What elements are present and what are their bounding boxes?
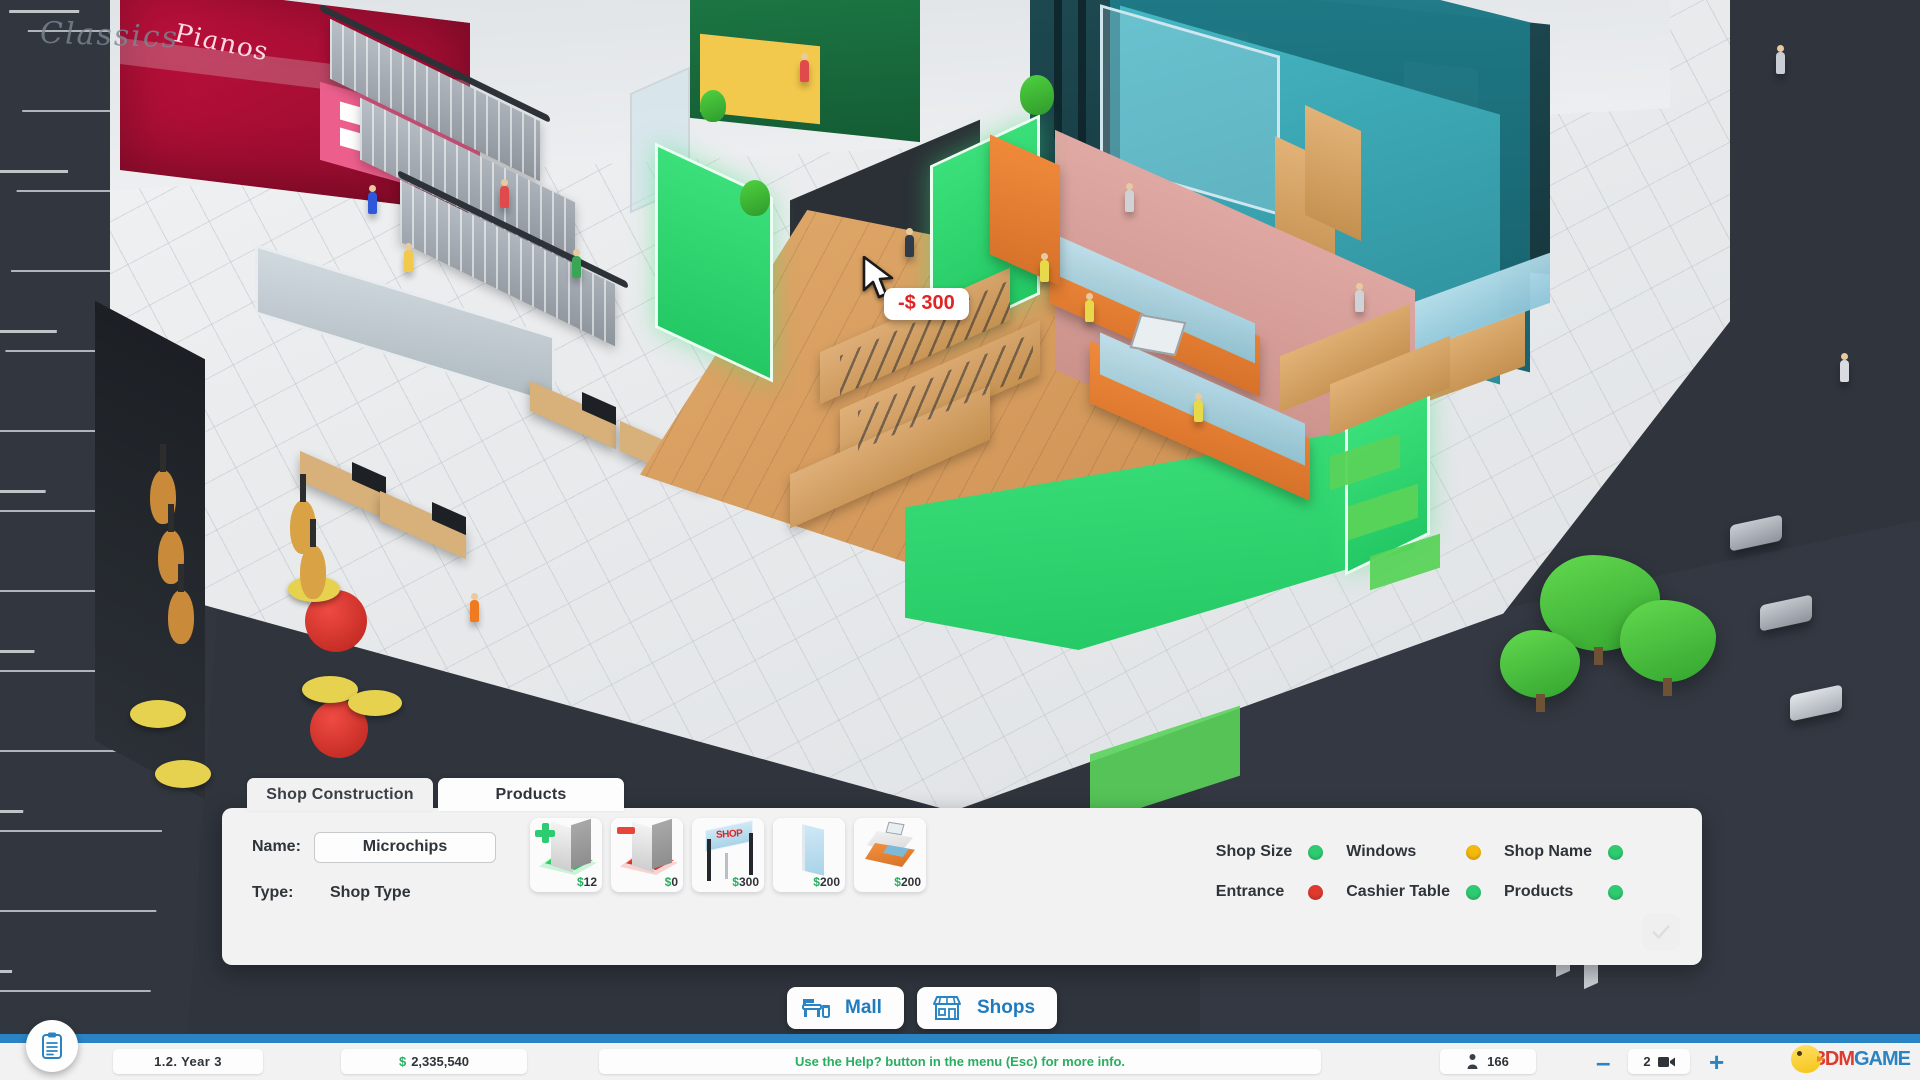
tool-price-cashier-table: $200 xyxy=(894,875,921,889)
mode-bar: Mall Shops xyxy=(787,987,1058,1029)
shopper xyxy=(368,185,377,214)
shopper xyxy=(500,179,509,208)
name-row: Name: Microchips xyxy=(252,830,572,864)
watermark: 3DMGAME xyxy=(1790,1042,1911,1076)
price-value: 200 xyxy=(819,875,840,889)
price-value: 0 xyxy=(671,875,678,889)
tool-price-remove-wall: $0 xyxy=(665,875,678,889)
currency-symbol: $ xyxy=(732,875,739,889)
requirement-label-cashier-table: Cashier Table xyxy=(1346,883,1450,900)
name-label: Name: xyxy=(252,838,301,855)
watermark-text-b: GAME xyxy=(1854,1047,1911,1070)
price-value: 300 xyxy=(738,875,759,889)
tab-shop-construction[interactable]: Shop Construction xyxy=(247,778,433,811)
requirement-status-shop-name xyxy=(1608,844,1623,860)
mall-bench-icon xyxy=(802,999,830,1018)
status-bar: 1.2. Year 3 $2,335,540 Use the Help? but… xyxy=(0,1043,1920,1080)
chick-logo-icon xyxy=(1790,1045,1821,1073)
money-display: $2,335,540 xyxy=(341,1049,527,1074)
shopper xyxy=(404,243,413,272)
shopper xyxy=(1040,253,1049,282)
shop-employee xyxy=(1194,393,1203,422)
wall-minus-icon xyxy=(614,818,680,876)
tool-shop-sign[interactable]: SHOP $300 xyxy=(692,818,764,892)
tab-products[interactable]: Products xyxy=(438,778,624,811)
mall-mode-label: Mall xyxy=(845,997,882,1018)
accent-divider xyxy=(0,1034,1920,1043)
price-value: 12 xyxy=(583,875,597,889)
sign-preview-text: SHOP xyxy=(715,828,743,841)
shopper xyxy=(1125,183,1134,212)
tool-remove-wall[interactable]: $0 xyxy=(611,818,683,892)
currency-symbol: $ xyxy=(894,875,901,889)
shop-name-input[interactable]: Microchips xyxy=(314,831,496,863)
shopper xyxy=(1085,293,1094,322)
panel-tabs: Shop Construction Products xyxy=(247,778,624,811)
requirement-label-products: Products xyxy=(1503,883,1574,900)
shop-classics-sign: Classics xyxy=(40,15,180,56)
shopper xyxy=(470,593,479,622)
price-tooltip: -$ 300 xyxy=(884,288,969,320)
shopper xyxy=(572,249,581,278)
window-icon xyxy=(776,821,842,876)
check-icon xyxy=(1652,925,1670,939)
clipboard-icon xyxy=(42,1032,62,1059)
camera-count-display: 2 xyxy=(1628,1049,1690,1074)
shopper xyxy=(800,53,809,82)
camera-count-value: 2 xyxy=(1643,1054,1651,1069)
construction-tools: $12 $0 SHOP $300 $200 $200 xyxy=(530,818,926,892)
requirement-status-entrance xyxy=(1308,884,1324,900)
shop-type-value: Shop Type xyxy=(330,884,411,901)
currency-symbol: $ xyxy=(813,875,820,889)
notebook-button[interactable] xyxy=(26,1020,78,1072)
cashier-table-icon xyxy=(857,821,923,876)
person-icon xyxy=(1467,1054,1478,1069)
help-hint: Use the Help? button in the menu (Esc) f… xyxy=(599,1049,1321,1074)
shop-construction-panel: Name: Microchips Type: Shop Type Shop Si… xyxy=(222,808,1702,965)
shop-store-icon xyxy=(932,996,961,1020)
shops-mode-label: Shops xyxy=(976,997,1036,1018)
tool-window[interactable]: $200 xyxy=(773,818,845,892)
shopper xyxy=(905,228,914,257)
tool-price-add-wall: $12 xyxy=(577,875,597,889)
type-label: Type: xyxy=(252,884,294,901)
shopper xyxy=(1776,45,1785,74)
shops-mode-button[interactable]: Shops xyxy=(916,987,1058,1029)
requirement-status-windows xyxy=(1465,844,1481,860)
population-value: 166 xyxy=(1487,1054,1509,1069)
requirement-label-entrance: Entrance xyxy=(1215,883,1285,900)
type-row: Type: Shop Type xyxy=(252,876,572,910)
watermark-text: 3DMGAME xyxy=(1815,1047,1911,1071)
requirement-label-windows: Windows xyxy=(1346,843,1417,860)
requirements-checklist: Shop Size Windows Shop Name Entrance Cas… xyxy=(1216,832,1630,912)
camera-increment-button[interactable]: + xyxy=(1709,1049,1724,1075)
tool-price-window: $200 xyxy=(813,875,840,889)
shopper xyxy=(1355,283,1364,312)
game-date: 1.2. Year 3 xyxy=(113,1049,263,1074)
tool-price-shop-sign: $300 xyxy=(732,875,759,889)
requirement-label-shop-size: Shop Size xyxy=(1215,843,1293,860)
requirement-status-products xyxy=(1608,884,1623,900)
wall-plus-icon xyxy=(533,818,599,876)
confirm-button[interactable] xyxy=(1642,913,1680,951)
camera-decrement-button[interactable]: – xyxy=(1596,1049,1610,1075)
video-camera-icon xyxy=(1657,1056,1675,1067)
currency-symbol: $ xyxy=(576,875,584,889)
money-value: 2,335,540 xyxy=(411,1054,470,1069)
game-screen: Pianos Classics -$ 300 Shop Construction… xyxy=(0,0,1920,1080)
requirement-status-shop-size xyxy=(1308,844,1324,860)
shop-form: Name: Microchips Type: Shop Type xyxy=(252,830,572,922)
requirement-label-shop-name: Shop Name xyxy=(1503,843,1592,860)
tool-add-wall[interactable]: $12 xyxy=(530,818,602,892)
mall-mode-button[interactable]: Mall xyxy=(787,987,904,1029)
car-1 xyxy=(1730,514,1782,552)
shopper xyxy=(1840,353,1849,382)
requirement-status-cashier-table xyxy=(1465,884,1481,900)
tool-cashier-table[interactable]: $200 xyxy=(854,818,926,892)
price-value: 200 xyxy=(900,875,921,889)
shop-sign-icon: SHOP xyxy=(695,819,761,881)
population-display: 166 xyxy=(1440,1049,1536,1074)
currency-symbol: $ xyxy=(398,1054,407,1069)
